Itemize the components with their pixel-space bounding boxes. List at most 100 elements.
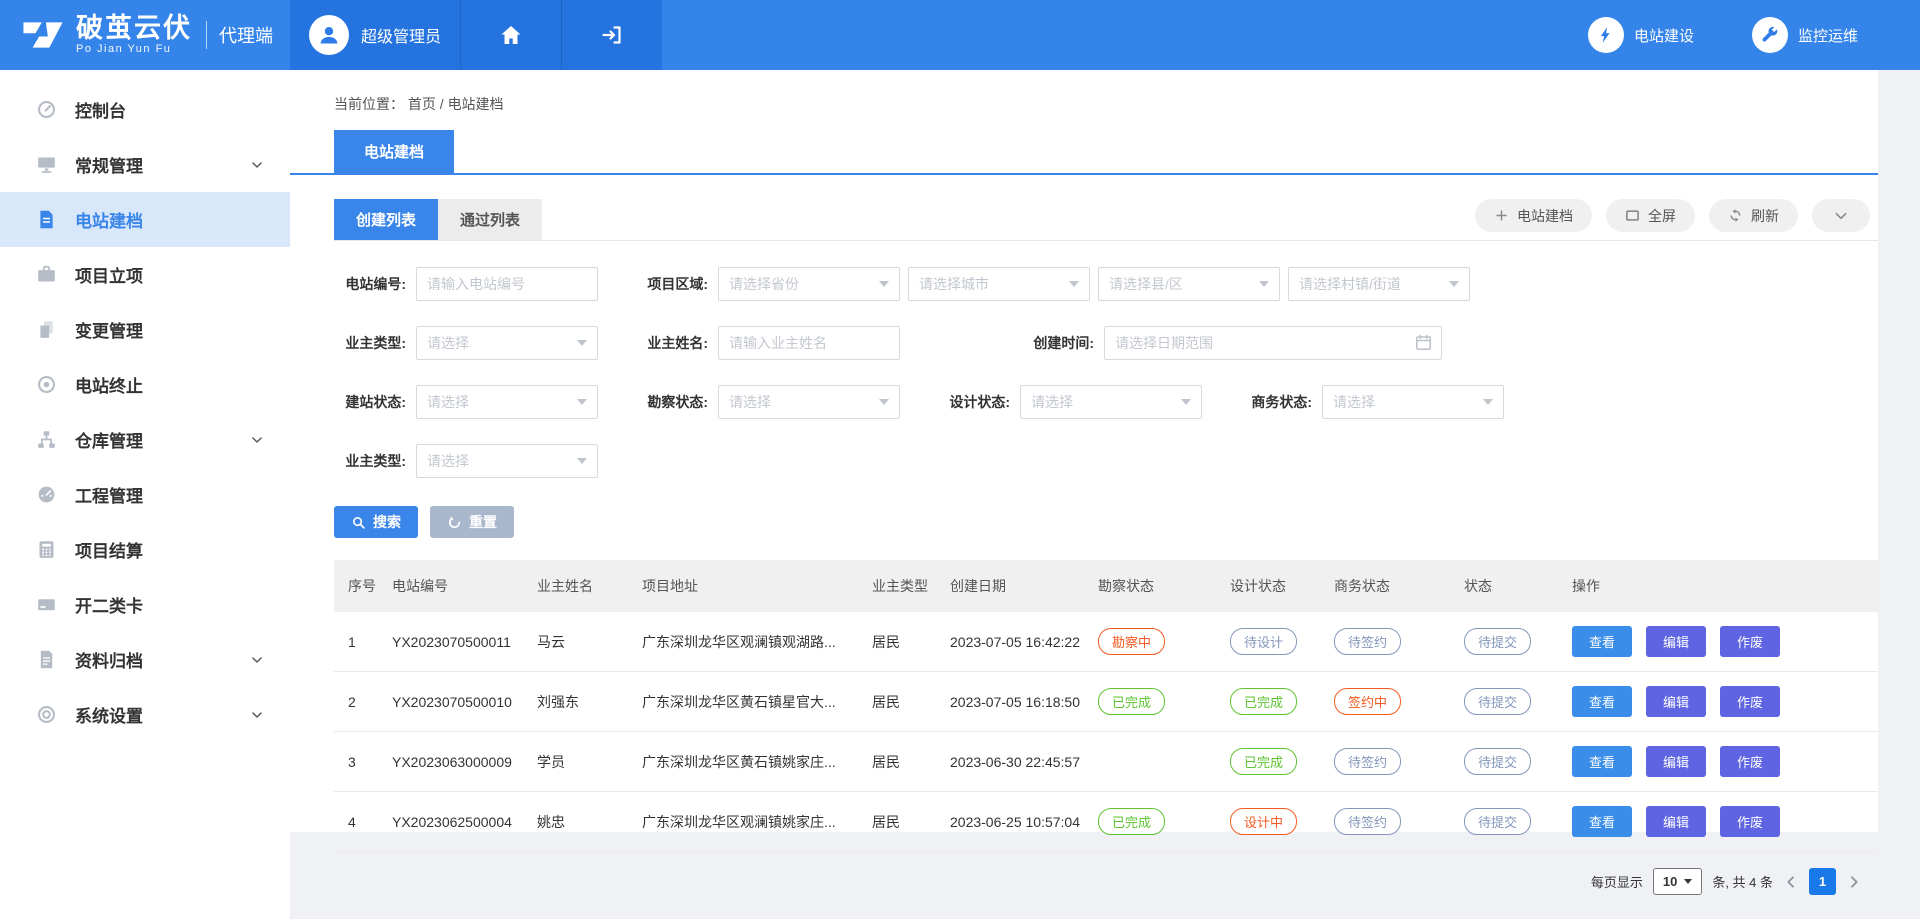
refresh-button[interactable]: 刷新: [1709, 199, 1798, 232]
filter-owner-name-label: 业主姓名:: [636, 333, 708, 353]
col-header-2: 业主姓名: [529, 560, 634, 612]
tab-create-list[interactable]: 创建列表: [334, 199, 438, 240]
page-size-select[interactable]: 10: [1653, 868, 1702, 895]
tab-pass-list[interactable]: 通过列表: [438, 199, 542, 240]
cell-owner-type: 居民: [864, 732, 942, 792]
cell-address: 广东深圳龙华区观澜镇观湖路...: [634, 612, 864, 672]
status-badge: 待签约: [1334, 808, 1401, 835]
owner-name-input[interactable]: [718, 326, 900, 360]
cell-status: 待签约: [1326, 732, 1456, 792]
cell-status: 设计中: [1222, 792, 1326, 852]
create-station-button[interactable]: 电站建档: [1475, 199, 1592, 232]
sidebar-item-general-management[interactable]: 常规管理: [0, 137, 290, 192]
filter-create-time-label: 创建时间:: [1022, 333, 1094, 353]
page-number-1[interactable]: 1: [1809, 868, 1836, 895]
owner-type-select[interactable]: 请选择: [416, 326, 598, 360]
station-no-input[interactable]: [416, 267, 598, 301]
home-button[interactable]: [460, 0, 561, 70]
action-edit-button[interactable]: 编辑: [1646, 626, 1706, 657]
reset-button[interactable]: 重置: [430, 506, 514, 538]
caret-down-icon: [1181, 399, 1191, 405]
caret-down-icon: [1259, 281, 1269, 287]
build-status-select[interactable]: 请选择: [416, 385, 598, 419]
sidebar-item-warehouse-management[interactable]: 仓库管理: [0, 412, 290, 467]
quick-link-monitor-ops[interactable]: 监控运维: [1752, 17, 1858, 53]
status-badge: 待提交: [1464, 628, 1531, 655]
prev-page-button[interactable]: [1783, 874, 1799, 890]
cell-station-no: YX2023063000009: [384, 732, 529, 792]
cell-index: 1: [334, 612, 384, 672]
survey-status-select[interactable]: 请选择: [718, 385, 900, 419]
filter-build-status-label: 建站状态:: [334, 392, 406, 412]
col-header-0: 序号: [334, 560, 384, 612]
action-void-button[interactable]: 作废: [1720, 626, 1780, 657]
brand: 破茧云伏 Po Jian Yun Fu 代理端: [0, 0, 290, 70]
action-edit-button[interactable]: 编辑: [1646, 746, 1706, 777]
sidebar-item-station-archive[interactable]: 电站建档: [0, 192, 290, 247]
design-status-select[interactable]: 请选择: [1020, 385, 1202, 419]
status-badge: 已完成: [1098, 808, 1165, 835]
search-button[interactable]: 搜索: [334, 506, 418, 538]
cell-status: 已完成: [1090, 672, 1222, 732]
logout-button[interactable]: [561, 0, 662, 70]
cell-owner-name: 姚忠: [529, 792, 634, 852]
town-select[interactable]: 请选择村镇/街道: [1288, 267, 1470, 301]
breadcrumb-home[interactable]: 首页: [408, 96, 436, 112]
cell-actions: 查看编辑作废: [1564, 612, 1878, 672]
card-icon: [36, 594, 57, 615]
action-view-button[interactable]: 查看: [1572, 686, 1632, 717]
sidebar-item-system-settings[interactable]: 系统设置: [0, 687, 290, 742]
province-select[interactable]: 请选择省份: [718, 267, 900, 301]
sidebar-item-label: 项目立项: [75, 262, 143, 287]
action-edit-button[interactable]: 编辑: [1646, 806, 1706, 837]
sidebar-item-type2-card[interactable]: 开二类卡: [0, 577, 290, 632]
sidebar-item-label: 仓库管理: [75, 427, 143, 452]
col-header-3: 项目地址: [634, 560, 864, 612]
sidebar-item-project-initiation[interactable]: 项目立项: [0, 247, 290, 302]
cell-status: [1090, 732, 1222, 792]
sidebar-item-change-management[interactable]: 变更管理: [0, 302, 290, 357]
sidebar-item-label: 控制台: [75, 97, 126, 122]
sidebar-item-data-archive[interactable]: 资料归档: [0, 632, 290, 687]
cell-index: 4: [334, 792, 384, 852]
fullscreen-button[interactable]: 全屏: [1606, 199, 1695, 232]
page-tabbar: 电站建档: [290, 130, 1878, 175]
action-view-button[interactable]: 查看: [1572, 626, 1632, 657]
date-range-input[interactable]: [1104, 326, 1442, 360]
cell-status: 待签约: [1326, 612, 1456, 672]
table-row: 3YX2023063000009学员广东深圳龙华区黄石镇姚家庄...居民2023…: [334, 732, 1878, 792]
table-row: 4YX2023062500004姚忠广东深圳龙华区观澜镇姚家庄...居民2023…: [334, 792, 1878, 852]
action-void-button[interactable]: 作废: [1720, 746, 1780, 777]
button-label: 刷新: [1751, 206, 1779, 226]
sitemap-icon: [36, 429, 57, 450]
filter-owner-type-2-label: 业主类型:: [334, 451, 406, 471]
status-badge: 设计中: [1230, 808, 1297, 835]
action-void-button[interactable]: 作废: [1720, 806, 1780, 837]
col-header-7: 设计状态: [1222, 560, 1326, 612]
next-page-button[interactable]: [1846, 874, 1862, 890]
owner-type-2-select[interactable]: 请选择: [416, 444, 598, 478]
action-edit-button[interactable]: 编辑: [1646, 686, 1706, 717]
action-void-button[interactable]: 作废: [1720, 686, 1780, 717]
settings-icon: [36, 704, 57, 725]
city-select[interactable]: 请选择城市: [908, 267, 1090, 301]
county-select[interactable]: 请选择县/区: [1098, 267, 1280, 301]
status-badge: 待设计: [1230, 628, 1297, 655]
sidebar-item-engineering-management[interactable]: 工程管理: [0, 467, 290, 522]
brand-name: 破茧云伏: [76, 14, 192, 42]
business-status-select[interactable]: 请选择: [1322, 385, 1504, 419]
cell-status: 待提交: [1456, 792, 1564, 852]
more-button[interactable]: [1812, 199, 1870, 232]
sidebar-item-station-termination[interactable]: 电站终止: [0, 357, 290, 412]
cell-created-at: 2023-07-05 16:42:22: [942, 612, 1090, 672]
page-tab-station-archive[interactable]: 电站建档: [334, 130, 454, 173]
pagination: 每页显示 10 条, 共 4 条 1: [334, 868, 1878, 895]
sidebar-item-console[interactable]: 控制台: [0, 82, 290, 137]
action-view-button[interactable]: 查看: [1572, 746, 1632, 777]
sidebar-item-project-settlement[interactable]: 项目结算: [0, 522, 290, 577]
user-menu[interactable]: 超级管理员: [290, 0, 460, 70]
action-view-button[interactable]: 查看: [1572, 806, 1632, 837]
cell-status: 勘察中: [1090, 612, 1222, 672]
cell-status: 已完成: [1222, 672, 1326, 732]
quick-link-station-build[interactable]: 电站建设: [1588, 17, 1694, 53]
